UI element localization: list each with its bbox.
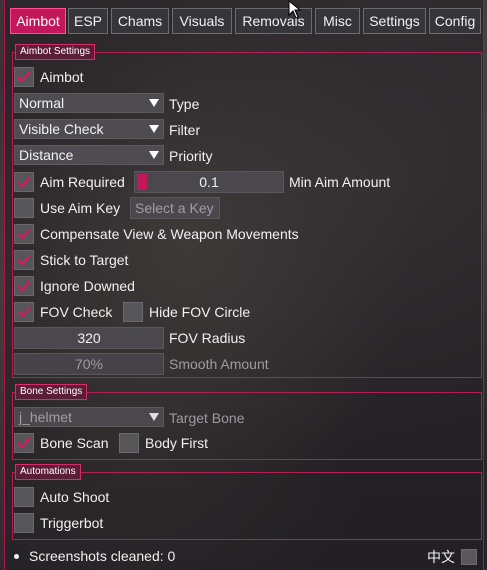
compensate-label: Compensate View & Weapon Movements xyxy=(40,226,299,242)
checkmark-icon xyxy=(17,437,31,449)
status-text: Screenshots cleaned: 0 xyxy=(29,548,176,564)
smooth-amount-value: 70% xyxy=(74,356,104,372)
use-aim-key-row[interactable]: Use Aim Key xyxy=(14,198,120,218)
compensate-checkbox[interactable] xyxy=(14,224,34,244)
type-dropdown[interactable]: Normal xyxy=(14,93,164,113)
triggerbot-label: Triggerbot xyxy=(40,515,104,531)
bone-scan-row[interactable]: Bone Scan xyxy=(14,433,109,453)
slider-grab[interactable] xyxy=(137,174,147,190)
status-dot-icon xyxy=(14,553,19,559)
tab-chams[interactable]: Chams xyxy=(111,8,169,34)
compensate-row[interactable]: Compensate View & Weapon Movements xyxy=(14,224,299,244)
fov-radius-value: 320 xyxy=(77,330,101,346)
priority-label: Priority xyxy=(169,148,213,164)
dropdown-arrow-icon xyxy=(149,413,159,421)
smooth-amount-slider[interactable]: 70% xyxy=(14,353,164,375)
filter-dropdown[interactable]: Visible Check xyxy=(14,119,164,139)
dropdown-arrow-icon xyxy=(149,99,159,107)
ignore-downed-row[interactable]: Ignore Downed xyxy=(14,276,135,296)
ignore-downed-label: Ignore Downed xyxy=(40,278,135,294)
tab-misc[interactable]: Misc xyxy=(315,8,360,34)
target-bone-dropdown[interactable]: j_helmet xyxy=(14,407,164,427)
tab-esp[interactable]: ESP xyxy=(68,8,108,34)
auto-shoot-label: Auto Shoot xyxy=(40,489,110,505)
body-first-checkbox[interactable] xyxy=(119,433,139,453)
target-bone-value: j_helmet xyxy=(19,409,72,425)
aimbot-checkbox-row[interactable]: Aimbot xyxy=(14,67,84,87)
hide-fov-circle-checkbox[interactable] xyxy=(123,302,143,322)
bone-scan-checkbox[interactable] xyxy=(14,433,34,453)
stick-to-target-row[interactable]: Stick to Target xyxy=(14,250,128,270)
priority-value: Distance xyxy=(19,147,74,163)
hide-fov-circle-row[interactable]: Hide FOV Circle xyxy=(123,302,250,322)
mouse-cursor-icon xyxy=(288,0,302,19)
type-label: Type xyxy=(169,96,200,112)
target-bone-label: Target Bone xyxy=(169,410,245,426)
use-aim-key-checkbox[interactable] xyxy=(14,198,34,218)
fov-radius-label: FOV Radius xyxy=(169,330,246,346)
stick-to-target-checkbox[interactable] xyxy=(14,250,34,270)
min-aim-amount-slider[interactable]: 0.1 xyxy=(134,171,284,193)
checkmark-icon xyxy=(17,254,31,266)
tab-settings[interactable]: Settings xyxy=(363,8,426,34)
aimbot-label: Aimbot xyxy=(40,69,84,85)
hide-fov-circle-label: Hide FOV Circle xyxy=(149,304,251,320)
ignore-downed-checkbox[interactable] xyxy=(14,276,34,296)
checkmark-icon xyxy=(17,228,31,240)
triggerbot-checkbox[interactable] xyxy=(14,513,34,533)
filter-value: Visible Check xyxy=(19,121,104,137)
tab-config[interactable]: Config xyxy=(429,8,481,34)
smooth-amount-label: Smooth Amount xyxy=(169,356,269,372)
type-value: Normal xyxy=(19,95,65,111)
group-title: Automations xyxy=(15,464,81,480)
status-bar: Screenshots cleaned: 0 xyxy=(14,548,175,564)
checkmark-icon xyxy=(17,280,31,292)
aim-key-selector[interactable]: Select a Key xyxy=(130,197,220,219)
tab-aimbot[interactable]: Aimbot xyxy=(10,8,66,34)
aim-required-row[interactable]: Aim Required xyxy=(14,172,125,192)
min-aim-amount-label: Min Aim Amount xyxy=(289,174,391,190)
language-label: 中文 xyxy=(427,549,455,565)
group-title: Bone Settings xyxy=(15,384,88,400)
fov-check-label: FOV Check xyxy=(40,304,113,320)
use-aim-key-label: Use Aim Key xyxy=(40,200,121,216)
stick-to-target-label: Stick to Target xyxy=(40,252,129,268)
language-checkbox[interactable] xyxy=(461,549,477,565)
language-toggle[interactable]: 中文 xyxy=(427,547,477,567)
dropdown-arrow-icon xyxy=(149,151,159,159)
checkmark-icon xyxy=(17,176,31,188)
auto-shoot-row[interactable]: Auto Shoot xyxy=(14,487,109,507)
aimbot-checkbox[interactable] xyxy=(14,67,34,87)
filter-label: Filter xyxy=(169,122,201,138)
min-aim-amount-value: 0.1 xyxy=(199,174,219,190)
aim-required-label: Aim Required xyxy=(40,174,125,190)
group-title: Aimbot Settings xyxy=(15,44,96,60)
fov-check-row[interactable]: FOV Check xyxy=(14,302,112,322)
fov-radius-slider[interactable]: 320 xyxy=(14,327,164,349)
bone-scan-label: Bone Scan xyxy=(40,435,109,451)
body-first-row[interactable]: Body First xyxy=(119,433,208,453)
triggerbot-row[interactable]: Triggerbot xyxy=(14,513,103,533)
priority-dropdown[interactable]: Distance xyxy=(14,145,164,165)
body-first-label: Body First xyxy=(145,435,209,451)
auto-shoot-checkbox[interactable] xyxy=(14,487,34,507)
checkmark-icon xyxy=(17,306,31,318)
aim-required-checkbox[interactable] xyxy=(14,172,34,192)
checkmark-icon xyxy=(17,71,31,83)
tab-visuals[interactable]: Visuals xyxy=(172,8,232,34)
dropdown-arrow-icon xyxy=(149,125,159,133)
fov-check-checkbox[interactable] xyxy=(14,302,34,322)
